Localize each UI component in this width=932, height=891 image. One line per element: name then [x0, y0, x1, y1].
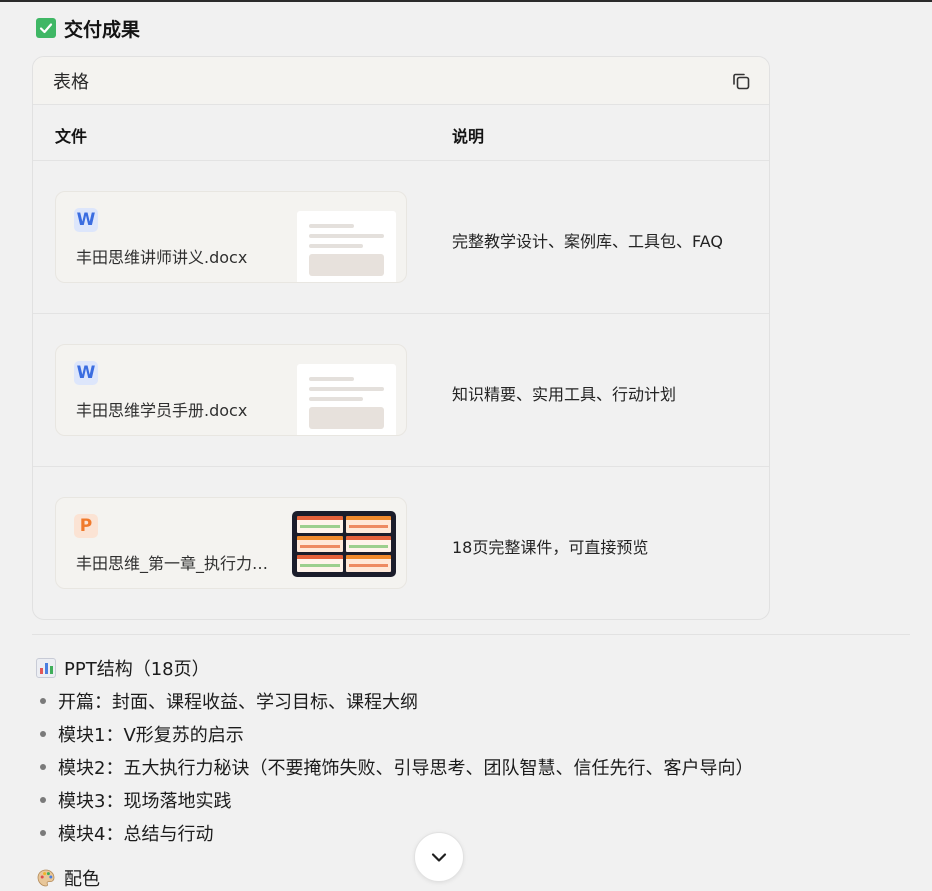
table-row: P 丰田思维_第一章_执行力… 18页完整课件，可直接预览 [33, 467, 769, 619]
deliverables-heading: 交付成果 [36, 14, 140, 42]
list-item: 模块2：五大执行力秘诀（不要掩饰失败、引导思考、团队智慧、信任先行、客户导向） [36, 750, 753, 783]
palette-icon [37, 869, 55, 887]
table-row: W 丰田思维学员手册.docx 知识精要、实用工具、行动计划 [33, 314, 769, 467]
color-title: 配色 [64, 869, 100, 890]
deliverables-title: 交付成果 [64, 18, 141, 41]
ppt-structure-list: 开篇：封面、课程收益、学习目标、课程大纲 模块1：V形复苏的启示 模块2：五大执… [36, 684, 753, 849]
ppt-structure-heading: PPT结构（18页） [36, 656, 210, 680]
file-name: 丰田思维讲师讲义.docx [76, 248, 248, 267]
file-card-instructor-handout[interactable]: W 丰田思维讲师讲义.docx [55, 191, 407, 283]
document-thumbnail [297, 211, 396, 282]
copy-icon[interactable] [729, 69, 753, 93]
word-file-icon: W [74, 208, 98, 232]
file-description: 18页完整课件，可直接预览 [452, 538, 649, 557]
file-card-student-handbook[interactable]: W 丰田思维学员手册.docx [55, 344, 407, 436]
section-divider [32, 634, 910, 635]
table-card: 表格 文件 说明 W 丰田思维讲师讲义.docx 完整教学设计、案例库、工具包、… [32, 56, 770, 620]
word-file-icon: W [74, 361, 98, 385]
list-item: 模块3：现场落地实践 [36, 783, 753, 816]
file-name: 丰田思维学员手册.docx [76, 401, 248, 420]
ppt-file-icon: P [74, 514, 98, 538]
bar-chart-icon [36, 658, 56, 678]
list-item: 模块1：V形复苏的启示 [36, 717, 753, 750]
document-thumbnail [297, 364, 396, 435]
check-mark-button-icon [36, 18, 56, 38]
list-item: 开篇：封面、课程收益、学习目标、课程大纲 [36, 684, 753, 717]
chevron-down-icon [431, 853, 447, 862]
list-item: 模块4：总结与行动 [36, 816, 753, 849]
table-row: W 丰田思维讲师讲义.docx 完整教学设计、案例库、工具包、FAQ [33, 161, 769, 314]
top-border [0, 0, 932, 2]
table-card-title: 表格 [53, 71, 89, 93]
file-name: 丰田思维_第一章_执行力… [76, 554, 269, 573]
ppt-structure-title: PPT结构（18页） [64, 659, 210, 680]
slides-thumbnail [292, 511, 396, 577]
table-card-header: 表格 [33, 57, 769, 105]
column-header-file: 文件 [55, 127, 88, 146]
file-description: 知识精要、实用工具、行动计划 [452, 385, 677, 404]
color-heading: 配色 [36, 866, 100, 890]
table-column-headers: 文件 说明 [33, 105, 769, 161]
column-header-description: 说明 [452, 127, 485, 146]
scroll-down-button[interactable] [414, 832, 464, 882]
file-card-ppt-chapter-one[interactable]: P 丰田思维_第一章_执行力… [55, 497, 407, 589]
file-description: 完整教学设计、案例库、工具包、FAQ [452, 232, 723, 251]
